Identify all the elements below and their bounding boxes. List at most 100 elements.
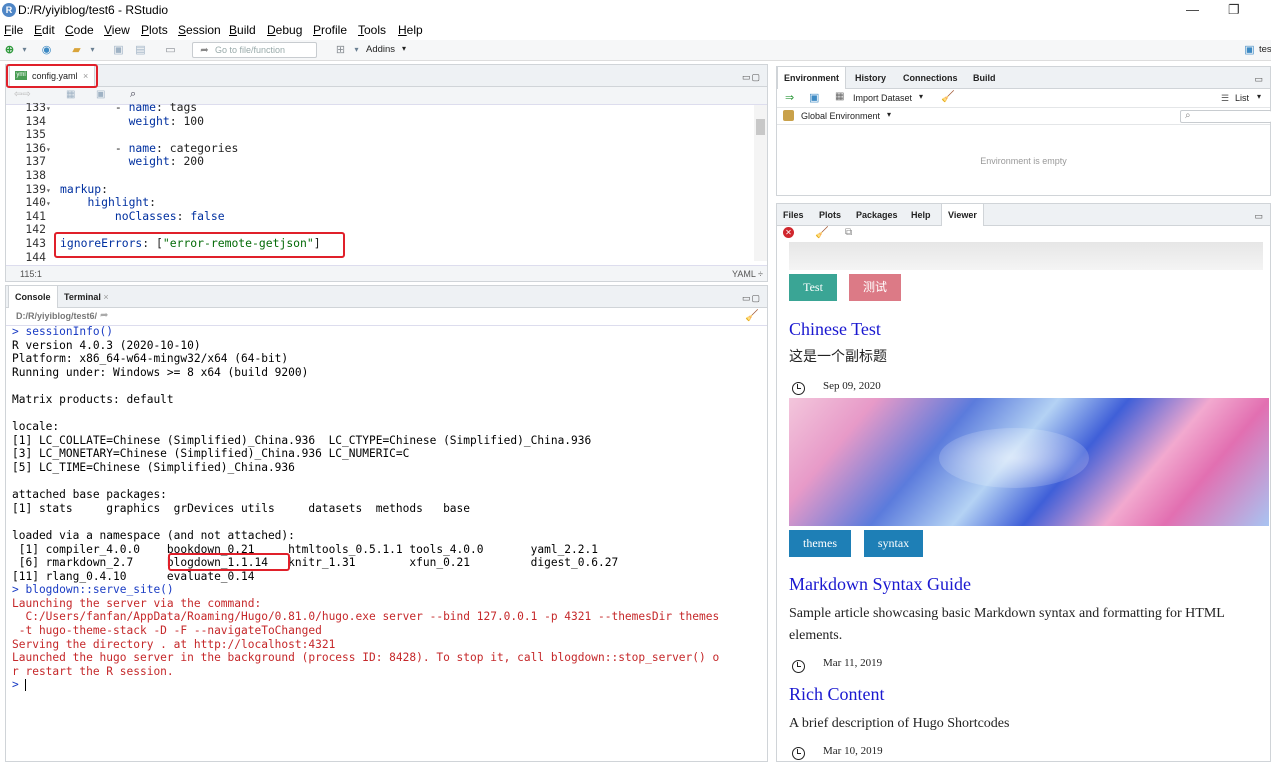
menu-file[interactable]: File	[4, 23, 23, 37]
fold-toggle-icon[interactable]: ▾	[46, 143, 60, 157]
code-line[interactable]: 137 weight: 200	[6, 155, 746, 169]
addins-dropdown-icon[interactable]: ▾	[402, 44, 406, 53]
code-line[interactable]: 139▾ markup:	[6, 181, 746, 198]
tab-terminal[interactable]: Terminal ×	[58, 286, 115, 308]
code-line[interactable]: 140▾ highlight:	[6, 195, 746, 211]
show-in-new-window-icon[interactable]: ⧉	[845, 227, 852, 238]
dropdown-arrow-icon[interactable]: ▾	[86, 44, 99, 56]
print-icon[interactable]: ▭	[164, 44, 177, 56]
environment-selector[interactable]: Global Environment	[801, 111, 880, 121]
dropdown-arrow-icon[interactable]: ▾	[919, 92, 923, 101]
list-view-dropdown[interactable]: List	[1235, 93, 1249, 103]
minimize-maximize-icon[interactable]: ▭▢	[742, 72, 761, 83]
menu-profile[interactable]: Profile	[313, 23, 347, 37]
highlight-box	[54, 232, 345, 258]
import-dataset-button[interactable]: Import Dataset	[853, 93, 912, 103]
menu-code[interactable]: Code	[65, 23, 94, 37]
close-tab-icon[interactable]: ×	[103, 292, 108, 302]
cursor-position: 115:1	[20, 269, 42, 279]
back-arrow-icon[interactable]: ⇦⇨	[14, 89, 31, 100]
post-title-markdown-syntax[interactable]: Markdown Syntax Guide	[789, 574, 971, 595]
tag-syntax-button[interactable]: syntax	[864, 530, 923, 557]
menu-debug[interactable]: Debug	[267, 23, 302, 37]
minimize-icon[interactable]: ▭	[1254, 211, 1264, 222]
menu-view[interactable]: View	[104, 23, 130, 37]
clear-console-icon[interactable]: 🧹	[745, 309, 759, 322]
go-to-directory-icon[interactable]: ➦	[100, 310, 108, 321]
new-file-icon[interactable]: ⊕	[3, 44, 16, 56]
post-title-rich-content[interactable]: Rich Content	[789, 684, 885, 705]
open-file-icon[interactable]: ▰	[70, 44, 83, 56]
stop-icon[interactable]: ✕	[783, 227, 794, 238]
dropdown-arrow-icon[interactable]: ▾	[18, 44, 31, 56]
tab-environment[interactable]: Environment	[777, 67, 847, 89]
line-number: 136	[25, 140, 46, 155]
line-number: 144	[25, 249, 46, 263]
tab-plots[interactable]: Plots	[813, 204, 847, 226]
r-environment-icon	[783, 110, 794, 121]
addins-menu[interactable]: Addins	[366, 44, 395, 55]
tag-themes-button[interactable]: themes	[789, 530, 851, 557]
fold-toggle-icon[interactable]: ▾	[46, 184, 60, 198]
env-search-input[interactable]: ⌕	[1180, 110, 1271, 123]
tab-connections[interactable]: Connections	[897, 67, 964, 89]
dropdown-arrow-icon[interactable]: ▾	[887, 110, 891, 119]
save-icon[interactable]: ▣	[112, 44, 125, 56]
console-output-line: Platform: x86_64-w64-mingw32/x64 (64-bit…	[12, 352, 289, 366]
save-workspace-icon[interactable]: ▣	[809, 91, 819, 104]
search-icon[interactable]: ⌕	[130, 88, 136, 101]
tab-packages[interactable]: Packages	[850, 204, 904, 226]
dropdown-arrow-icon[interactable]: ▾	[350, 44, 363, 56]
post-cover-image[interactable]	[789, 398, 1269, 526]
broom-icon[interactable]: 🧹	[815, 226, 829, 239]
console-tabstrip: Console Terminal × ▭▢	[6, 286, 767, 308]
project-name[interactable]: tes	[1259, 44, 1271, 55]
code-line[interactable]: 141 noClasses: false	[6, 209, 746, 224]
menu-session[interactable]: Session	[178, 23, 221, 37]
env-scope-bar: Global Environment ▾ ⌕	[777, 107, 1271, 125]
code-line[interactable]: 135	[6, 128, 746, 142]
highlight-box	[168, 553, 290, 571]
line-text: - name: categories	[60, 140, 239, 155]
file-type-selector[interactable]: YAML ÷	[732, 269, 763, 279]
save-icon[interactable]: ▣	[96, 89, 105, 100]
scrollbar-thumb[interactable]	[756, 119, 765, 135]
tab-help[interactable]: Help	[905, 204, 937, 226]
minimize-button[interactable]: —	[1186, 2, 1199, 17]
minimize-maximize-icon[interactable]: ▭▢	[742, 293, 761, 304]
menu-edit[interactable]: Edit	[34, 23, 55, 37]
tab-files[interactable]: Files	[777, 204, 810, 226]
code-line[interactable]: 138	[6, 168, 746, 183]
load-workspace-icon[interactable]: ⇒	[785, 91, 794, 104]
line-number: 139	[25, 181, 46, 196]
save-all-icon[interactable]: ▤	[134, 44, 147, 56]
list-lines-icon[interactable]: ☰	[1221, 93, 1229, 104]
menu-help[interactable]: Help	[398, 23, 423, 37]
show-in-window-icon[interactable]: ▦	[66, 89, 75, 100]
tag-test-button[interactable]: Test	[789, 274, 837, 301]
menu-tools[interactable]: Tools	[358, 23, 386, 37]
editor-scrollbar[interactable]	[754, 105, 767, 261]
tag-test-cn-button[interactable]: 测试	[849, 274, 901, 301]
clock-icon	[792, 382, 805, 395]
console-pane: Console Terminal × ▭▢ D:/R/yiyiblog/test…	[5, 285, 768, 762]
tab-console[interactable]: Console	[8, 286, 58, 308]
restore-button[interactable]: ❐	[1228, 2, 1240, 18]
post-title-chinese-test[interactable]: Chinese Test	[789, 319, 881, 340]
broom-icon[interactable]: 🧹	[941, 90, 955, 103]
menu-plots[interactable]: Plots	[141, 23, 168, 37]
console-output-line: [3] LC_MONETARY=Chinese (Simplified)_Chi…	[12, 447, 410, 461]
new-project-icon[interactable]: ◉	[40, 44, 53, 56]
dropdown-arrow-icon[interactable]: ▾	[1257, 92, 1261, 101]
code-line[interactable]: 134 weight: 100	[6, 114, 746, 129]
console-output[interactable]: > sessionInfo() R version 4.0.3 (2020-10-…	[12, 325, 764, 755]
grid-layout-icon[interactable]: ⊞	[334, 44, 347, 56]
tab-build[interactable]: Build	[967, 67, 1002, 89]
tab-viewer[interactable]: Viewer	[941, 204, 984, 226]
project-icon[interactable]: ▣	[1243, 44, 1256, 56]
minimize-icon[interactable]: ▭	[1254, 74, 1264, 85]
tab-history[interactable]: History	[849, 67, 892, 89]
menu-build[interactable]: Build	[229, 23, 256, 37]
fold-toggle-icon[interactable]: ▾	[46, 197, 60, 211]
code-line[interactable]: 136▾ - name: categories	[6, 140, 746, 157]
